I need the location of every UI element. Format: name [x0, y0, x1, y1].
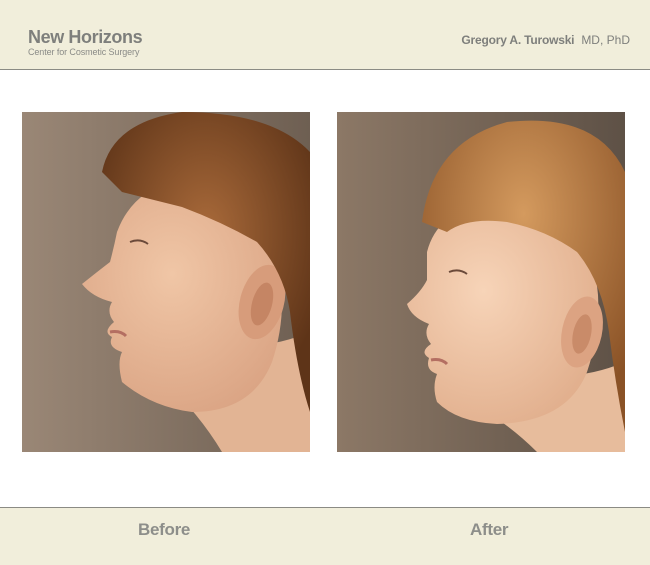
- doctor-info: Gregory A. Turowski MD, PhD: [461, 33, 630, 47]
- footer-bar: Before After: [0, 507, 650, 565]
- before-label: Before: [138, 520, 191, 539]
- header-bar: New Horizons Center for Cosmetic Surgery…: [0, 0, 650, 70]
- doctor-credentials: MD, PhD: [581, 33, 630, 47]
- brand-tagline: Center for Cosmetic Surgery: [28, 47, 140, 57]
- brand-name: New Horizons: [28, 27, 143, 47]
- after-photo: [337, 112, 625, 452]
- after-label: After: [470, 520, 509, 539]
- brand-logo[interactable]: New Horizons Center for Cosmetic Surgery: [28, 27, 143, 58]
- doctor-name: Gregory A. Turowski: [461, 33, 575, 47]
- before-profile-photo: [22, 112, 310, 452]
- before-photo: [22, 112, 310, 452]
- after-profile-photo: [337, 112, 625, 452]
